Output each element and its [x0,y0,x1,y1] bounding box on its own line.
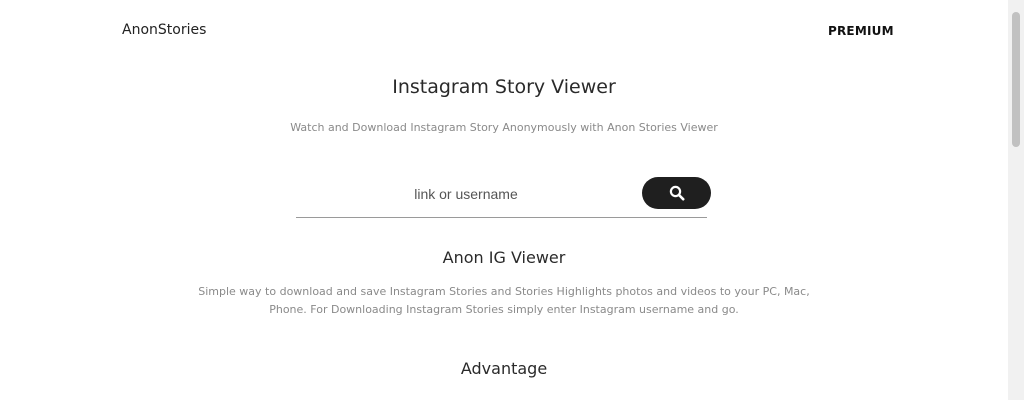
page-title: Instagram Story Viewer [392,76,616,98]
page: AnonStories PREMIUM Instagram Story View… [0,0,1024,400]
page-scrollbar[interactable] [1008,0,1024,400]
description-line: Phone. For Downloading Instagram Stories… [269,303,739,316]
section-title-advantage: Advantage [460,359,548,378]
scrollbar-thumb[interactable] [1012,12,1020,147]
description-line: Simple way to download and save Instagra… [198,285,810,298]
search-icon [669,185,684,201]
search-bar [296,176,711,218]
section-title-anon-ig-viewer: Anon IG Viewer [442,248,566,267]
site-logo[interactable]: AnonStories [122,22,206,38]
premium-link[interactable]: PREMIUM [828,24,894,38]
search-input[interactable] [296,180,636,208]
section-description: Simple way to download and save Instagra… [0,283,1008,319]
page-subtitle: Watch and Download Instagram Story Anony… [290,121,718,134]
search-button[interactable] [642,177,711,209]
